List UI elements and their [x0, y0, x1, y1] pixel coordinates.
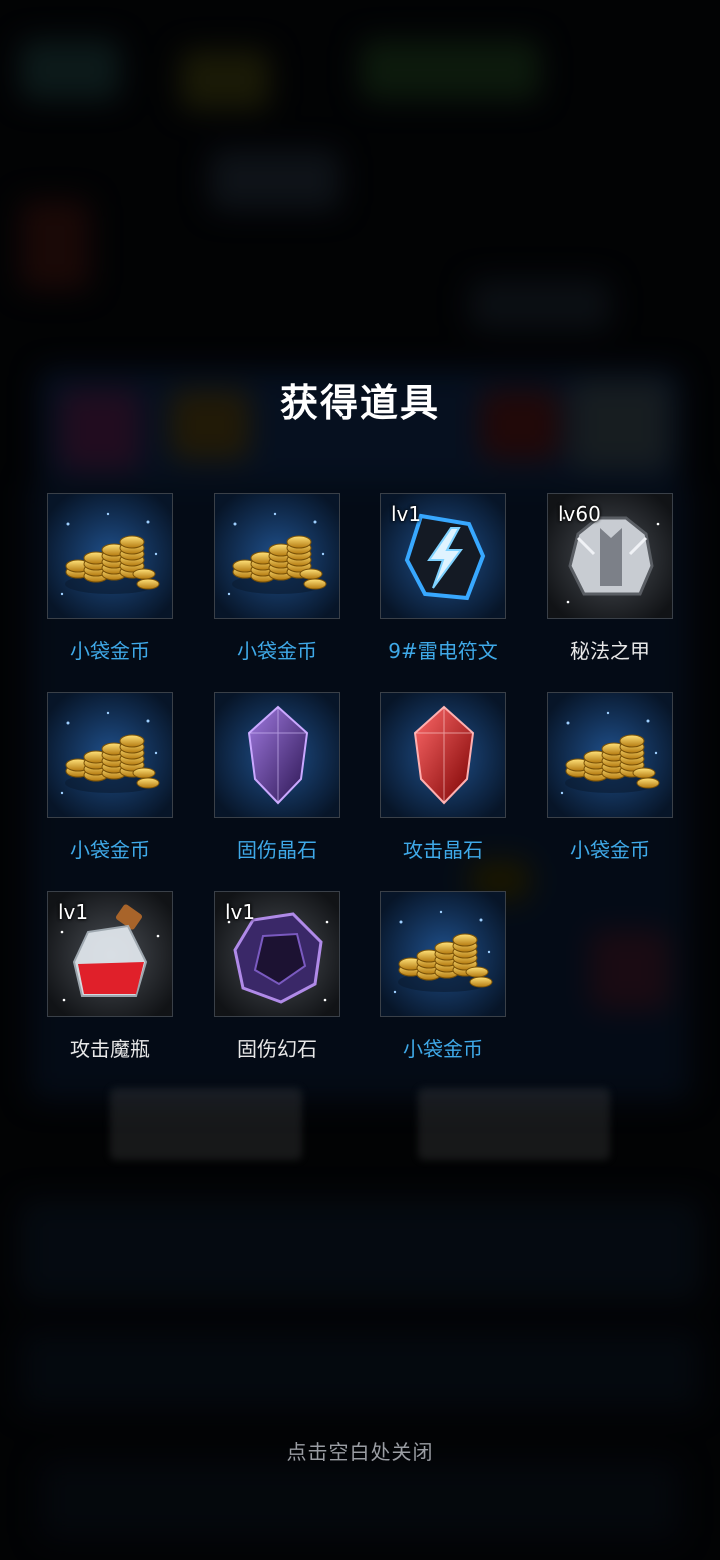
item-name: 小袋金币: [70, 838, 150, 862]
item-name: 小袋金币: [70, 639, 150, 663]
item-slot[interactable]: [380, 891, 506, 1017]
blurred-button-right: [418, 1088, 610, 1160]
gold-coins-icon: [48, 494, 172, 618]
dialog-title: 获得道具: [279, 381, 440, 425]
item-slot[interactable]: lv60: [547, 493, 673, 619]
item-name: 9#雷电符文: [388, 639, 498, 663]
gold-coins-icon: [48, 693, 172, 817]
blurred-button-left: [110, 1088, 302, 1160]
item-slot[interactable]: lv1: [47, 891, 173, 1017]
item-slot[interactable]: [214, 493, 340, 619]
item-name: 秘法之甲: [570, 639, 650, 663]
item-name: 小袋金币: [570, 838, 650, 862]
item-level-label: lv1: [58, 900, 89, 924]
gold-coins-icon: [215, 494, 339, 618]
item-slot[interactable]: [380, 692, 506, 818]
item-slot[interactable]: [47, 493, 173, 619]
item-level-label: lv1: [225, 900, 256, 924]
item-slot[interactable]: [547, 692, 673, 818]
item-name: 固伤晶石: [237, 838, 317, 862]
item-name: 攻击晶石: [403, 838, 483, 862]
item-slot[interactable]: lv1: [214, 891, 340, 1017]
item-slot[interactable]: lv1: [380, 493, 506, 619]
gold-coins-icon: [381, 892, 505, 1016]
item-name: 小袋金币: [237, 639, 317, 663]
red-crystal-icon: [381, 693, 505, 817]
purple-crystal-icon: [215, 693, 339, 817]
item-name: 小袋金币: [403, 1037, 483, 1061]
item-name: 攻击魔瓶: [70, 1037, 150, 1061]
item-slot[interactable]: [47, 692, 173, 818]
item-level-label: lv1: [391, 502, 422, 526]
item-slot[interactable]: [214, 692, 340, 818]
item-name: 固伤幻石: [237, 1037, 317, 1061]
gold-coins-icon: [548, 693, 672, 817]
item-level-label: lv60: [558, 502, 601, 526]
close-hint[interactable]: 点击空白处关闭: [0, 1436, 720, 1465]
